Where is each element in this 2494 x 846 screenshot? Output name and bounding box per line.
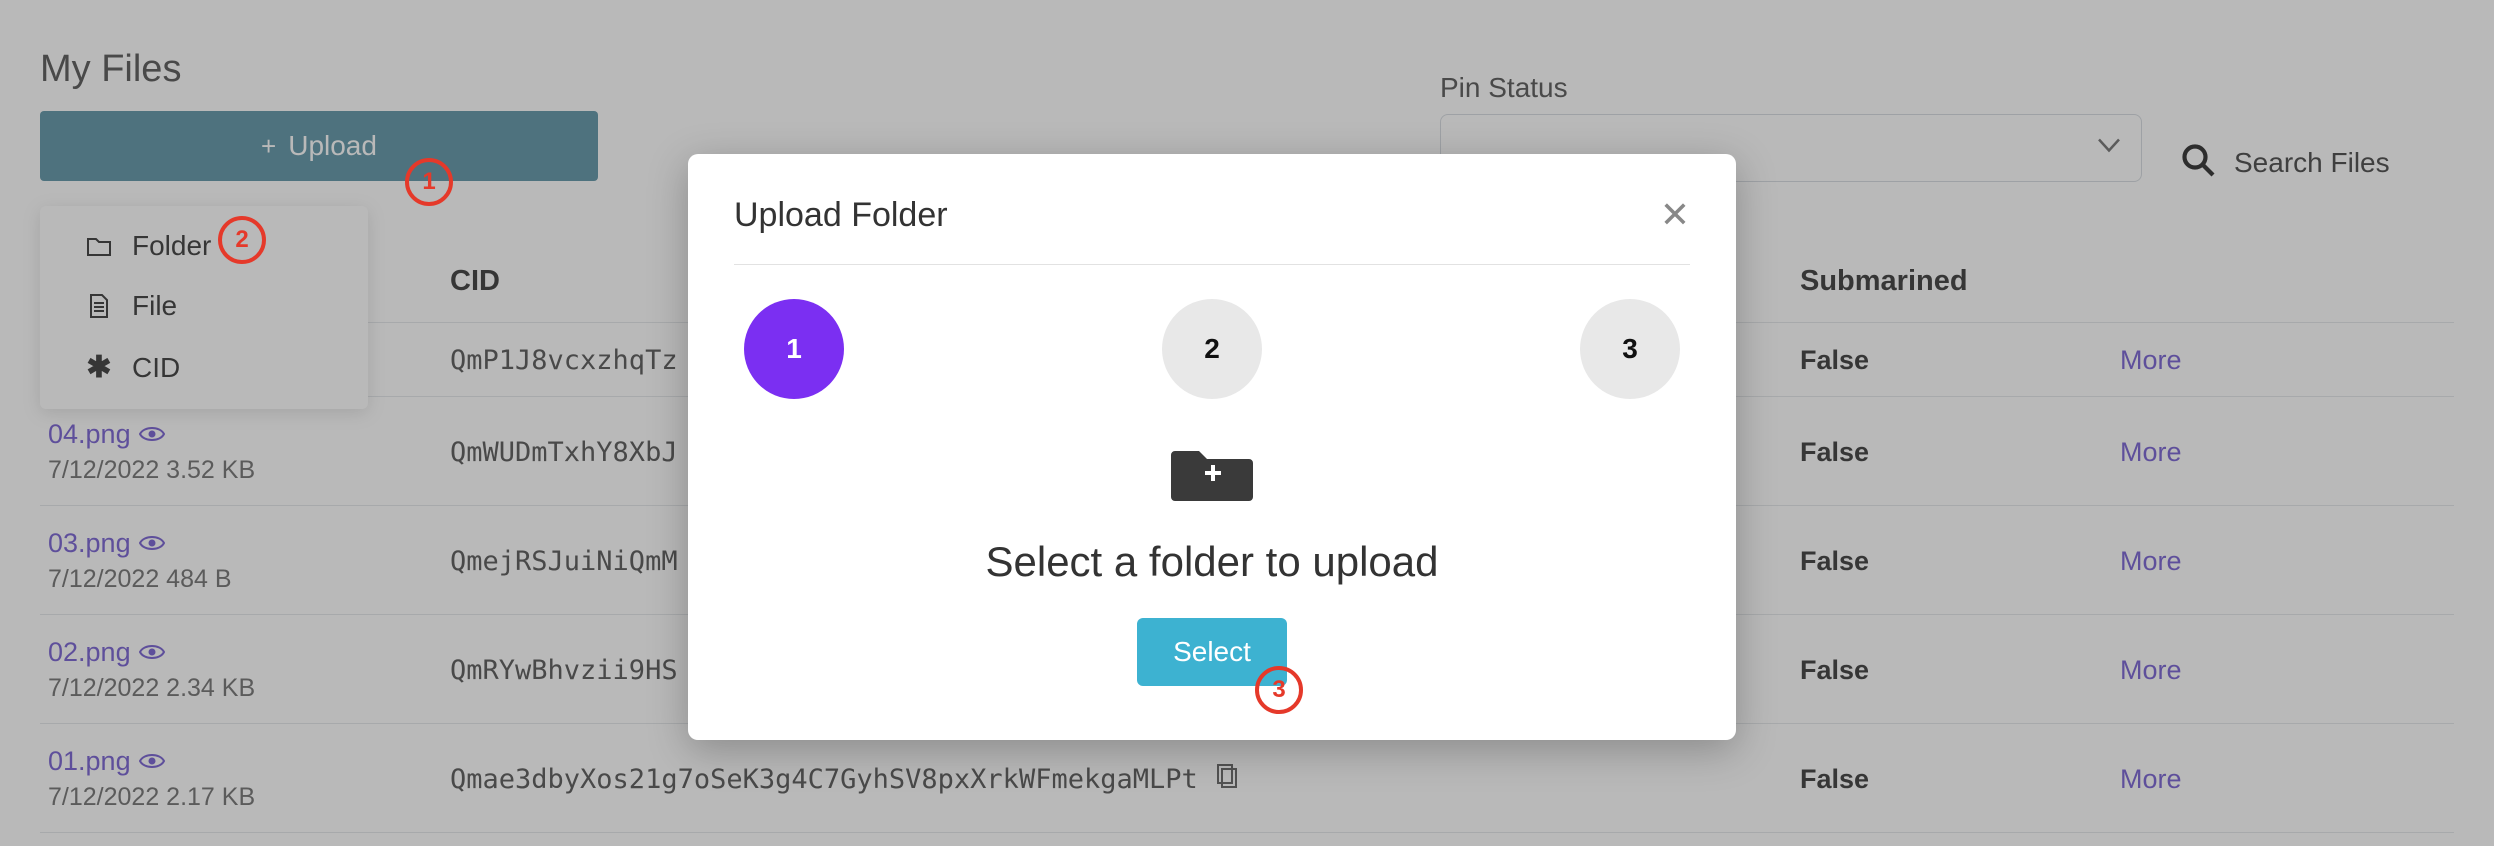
close-icon: ✕ (1660, 194, 1690, 235)
step-3[interactable]: 3 (1580, 299, 1680, 399)
modal-header: Upload Folder ✕ (734, 194, 1690, 265)
folder-add-icon (1171, 490, 1253, 507)
annotation-marker-3: 3 (1255, 666, 1303, 714)
modal-close-button[interactable]: ✕ (1660, 194, 1690, 236)
stepper: 1 2 3 (734, 265, 1690, 417)
modal-message: Select a folder to upload (734, 538, 1690, 586)
step-1[interactable]: 1 (744, 299, 844, 399)
upload-folder-modal: Upload Folder ✕ 1 2 3 Select a folder to… (688, 154, 1736, 740)
annotation-marker-2: 2 (218, 216, 266, 264)
modal-title: Upload Folder (734, 196, 948, 235)
step-2[interactable]: 2 (1162, 299, 1262, 399)
annotation-marker-1: 1 (405, 158, 453, 206)
